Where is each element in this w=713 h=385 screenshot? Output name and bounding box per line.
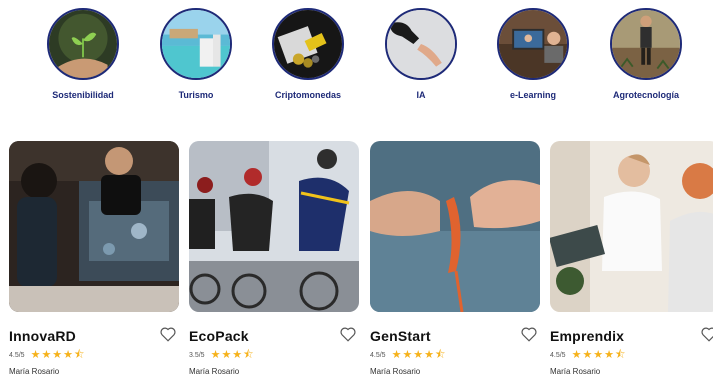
star-rating-icon: ★★★★⯪: [30, 348, 86, 361]
heart-icon[interactable]: [700, 325, 713, 343]
card-author: María Rosario: [189, 367, 240, 376]
card-author: María Rosario: [9, 367, 60, 376]
category-label: Criptomonedas: [274, 90, 341, 100]
category-label: Agrotecnología: [612, 90, 679, 100]
card-title: GenStart: [370, 328, 431, 344]
rating-value: 4.5/5: [9, 351, 25, 359]
heart-icon[interactable]: [159, 325, 177, 343]
heart-icon[interactable]: [520, 325, 538, 343]
project-card-genstart[interactable]: GenStart 4.5/5 ★★★★⯪ María Rosario: [370, 141, 540, 376]
category-label: IA: [416, 90, 426, 100]
project-card-ecopack[interactable]: EcoPack 3.5/5 ★★★⯪ María Rosario: [189, 141, 359, 376]
category-label: e-Learning: [509, 90, 556, 100]
card-image: [370, 141, 540, 312]
rating-value: 3.5/5: [189, 351, 205, 359]
category-e-learning[interactable]: e-Learning: [478, 8, 588, 100]
rating: 4.5/5 ★★★★⯪: [550, 349, 713, 361]
category-criptomonedas[interactable]: Criptomonedas: [253, 8, 363, 100]
page: Sostenibilidad Turismo Criptomonedas IA …: [0, 0, 713, 385]
rating: 4.5/5 ★★★★⯪: [370, 349, 540, 361]
project-card-emprendix[interactable]: Emprendix 4.5/5 ★★★★⯪ María Rosario: [550, 141, 713, 376]
rating: 3.5/5 ★★★⯪: [189, 349, 359, 361]
beach-resort-icon: [160, 8, 232, 80]
card-title: InnovaRD: [9, 328, 76, 344]
project-card-innovard[interactable]: InnovaRD 4.5/5 ★★★★⯪ María Rosario: [9, 141, 179, 376]
farmer-field-icon: [610, 8, 682, 80]
category-turismo[interactable]: Turismo: [141, 8, 251, 100]
card-title: Emprendix: [550, 328, 625, 344]
rating-value: 4.5/5: [550, 351, 566, 359]
card-author: María Rosario: [370, 367, 421, 376]
robot-hand-icon: [385, 8, 457, 80]
card-title: EcoPack: [189, 328, 249, 344]
category-sostenibilidad[interactable]: Sostenibilidad: [28, 8, 138, 100]
category-label: Sostenibilidad: [52, 90, 114, 100]
category-agrotecnologia[interactable]: Agrotecnología: [591, 8, 701, 100]
card-image: [9, 141, 179, 312]
heart-icon[interactable]: [339, 325, 357, 343]
rating-value: 4.5/5: [370, 351, 386, 359]
plant-in-hand-icon: [47, 8, 119, 80]
card-image: [550, 141, 713, 312]
laptop-learning-icon: [497, 8, 569, 80]
star-rating-icon: ★★★★⯪: [391, 348, 447, 361]
crypto-coins-icon: [272, 8, 344, 80]
star-rating-icon: ★★★⯪: [210, 348, 255, 361]
rating: 4.5/5 ★★★★⯪: [9, 349, 179, 361]
star-rating-icon: ★★★★⯪: [571, 348, 627, 361]
category-ia[interactable]: IA: [366, 8, 476, 100]
category-label: Turismo: [178, 90, 214, 100]
card-image: [189, 141, 359, 312]
card-author: María Rosario: [550, 367, 601, 376]
